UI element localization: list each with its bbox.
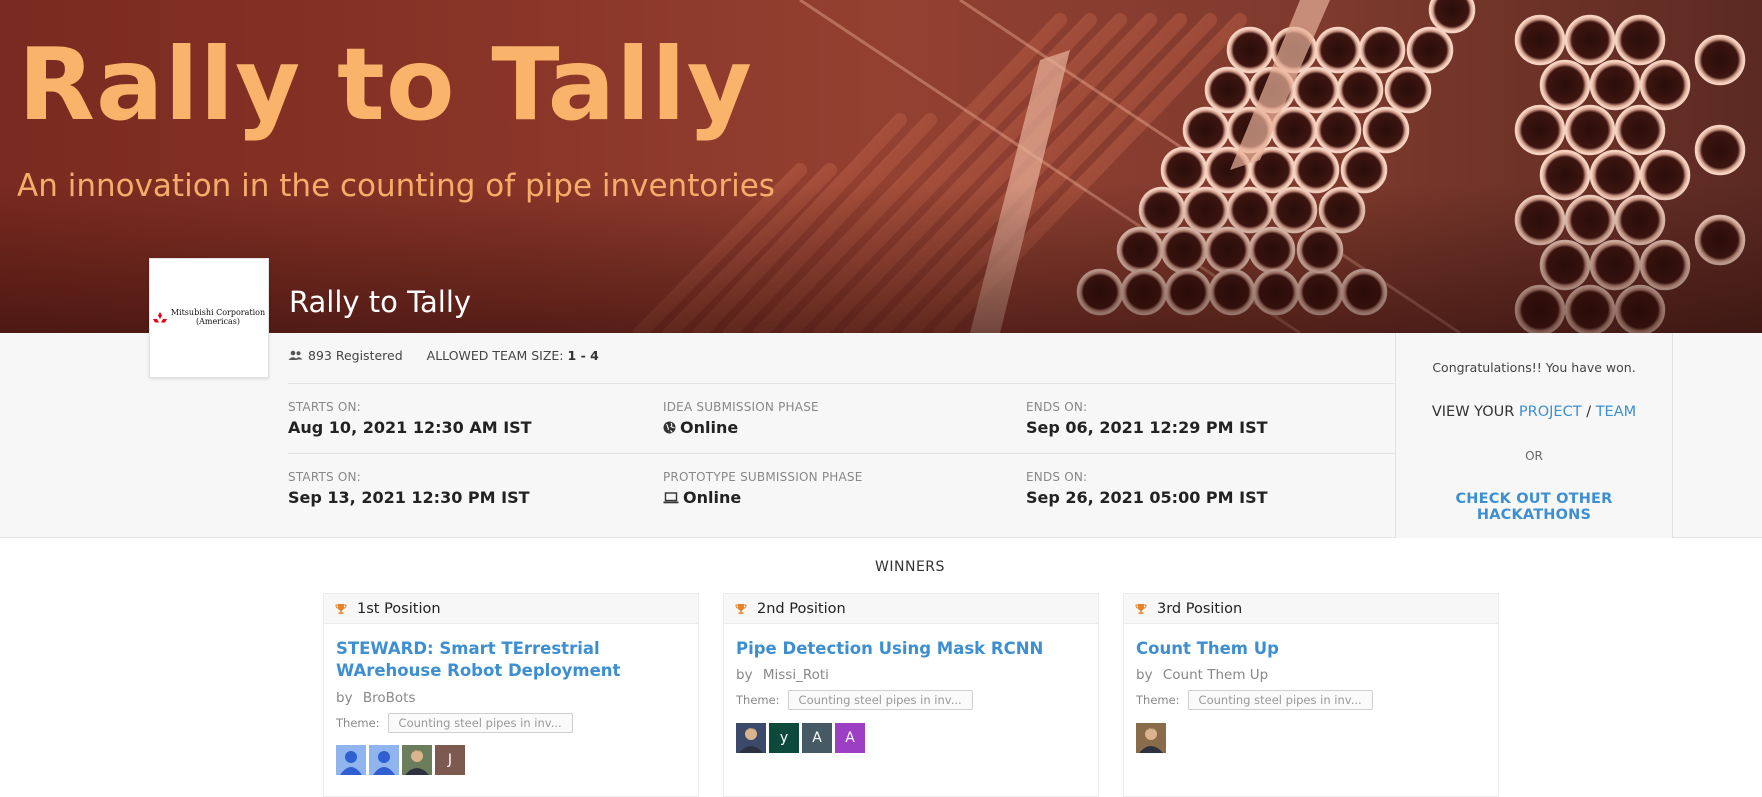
team-size: ALLOWED TEAM SIZE: 1 - 4 — [427, 348, 599, 363]
phase1-phase-label: IDEA SUBMISSION PHASE — [663, 400, 819, 414]
by-label: by — [1136, 667, 1153, 684]
page-title: Rally to Tally — [289, 285, 472, 319]
theme-tag: Counting steel pipes in inv... — [1187, 690, 1373, 711]
position-label: 2nd Position — [757, 600, 846, 617]
theme-label: Theme: — [736, 693, 780, 708]
trophy-icon — [335, 603, 347, 614]
team-byline: by Count Them Up — [1136, 667, 1486, 683]
registered-count: 893 Registered — [288, 348, 403, 363]
team-avatars: yAA — [736, 723, 865, 753]
team-avatars — [1136, 723, 1166, 753]
other-hackathons-link[interactable]: CHECK OUT OTHER HACKATHONS — [1396, 491, 1672, 523]
team-name: Missi_Roti — [762, 667, 829, 684]
view-your-line: VIEW YOUR PROJECT / TEAM — [1396, 404, 1672, 420]
divider — [288, 383, 1395, 384]
phase2-mode-text: Online — [683, 488, 742, 507]
avatar-photo[interactable] — [1136, 723, 1166, 753]
phase1-starts-label: STARTS ON: — [288, 400, 361, 414]
theme-row: Theme: Counting steel pipes in inv... — [336, 712, 686, 733]
phase2-mode: Online — [663, 488, 741, 507]
avatar-default-user-icon[interactable] — [369, 745, 399, 775]
team-byline: by Missi_Roti — [736, 667, 1086, 683]
congrats-message: Congratulations!! You have won. — [1432, 360, 1636, 375]
winner-card: 2nd Position Pipe Detection Using Mask R… — [723, 593, 1099, 797]
position-header: 1st Position — [324, 594, 698, 624]
phase1-mode: Online — [663, 418, 738, 437]
phase1-ends-value: Sep 06, 2021 12:29 PM IST — [1026, 418, 1268, 437]
team-name: Count Them Up — [1162, 667, 1269, 684]
globe-icon — [663, 421, 676, 434]
divider — [288, 453, 1395, 454]
avatar-initial-letter: J — [447, 752, 453, 768]
position-label: 3rd Position — [1157, 600, 1243, 617]
phase2-starts-value: Sep 13, 2021 12:30 PM IST — [288, 488, 530, 507]
laptop-icon — [663, 491, 679, 503]
avatar-initial-letter: A — [845, 730, 855, 746]
phase2-phase-label: PROTOTYPE SUBMISSION PHASE — [663, 470, 863, 484]
hero-title: Rally to Tally — [18, 26, 753, 143]
theme-tag: Counting steel pipes in inv... — [787, 690, 973, 711]
theme-row: Theme: Counting steel pipes in inv... — [1136, 690, 1486, 711]
phase2-ends-value: Sep 26, 2021 05:00 PM IST — [1026, 488, 1268, 507]
avatar-default-user-icon[interactable] — [336, 745, 366, 775]
project-title-link[interactable]: STEWARD: Smart TErrestrial WArehouse Rob… — [336, 638, 686, 683]
company-logo-card: Mitsubishi Corporation (Americas) — [149, 258, 269, 378]
avatar-initial[interactable]: J — [435, 745, 465, 775]
team-name: BroBots — [362, 689, 416, 706]
avatar-photo[interactable] — [736, 723, 766, 753]
avatar-initial-letter: A — [812, 730, 822, 746]
registered-text: 893 Registered — [308, 348, 403, 363]
team-size-value: 1 - 4 — [567, 348, 599, 363]
phase1-ends-label: ENDS ON: — [1026, 400, 1088, 414]
theme-row: Theme: Counting steel pipes in inv... — [736, 690, 1086, 711]
link-separator: / — [1586, 404, 1592, 420]
meta-row: 893 Registered ALLOWED TEAM SIZE: 1 - 4 — [288, 348, 599, 363]
view-your-label: VIEW YOUR — [1431, 404, 1515, 420]
users-icon — [288, 350, 303, 360]
winner-card: 3rd Position Count Them Up by Count Them… — [1123, 593, 1499, 797]
position-label: 1st Position — [357, 600, 441, 617]
trophy-icon — [735, 603, 747, 614]
team-avatars: J — [336, 745, 465, 775]
logo-text-line2: (Americas) — [195, 317, 241, 326]
phase1-starts-value: Aug 10, 2021 12:30 AM IST — [288, 418, 532, 437]
avatar-initial[interactable]: A — [835, 723, 865, 753]
project-title-link[interactable]: Pipe Detection Using Mask RCNN — [736, 638, 1086, 660]
team-byline: by BroBots — [336, 690, 686, 706]
avatar-photo[interactable] — [402, 745, 432, 775]
phase2-starts-label: STARTS ON: — [288, 470, 361, 484]
by-label: by — [336, 689, 353, 706]
mitsubishi-diamonds-icon — [152, 311, 167, 322]
or-divider-text: OR — [1525, 449, 1543, 463]
team-size-label: ALLOWED TEAM SIZE: — [426, 348, 564, 363]
by-label: by — [736, 667, 753, 684]
avatar-initial[interactable]: y — [769, 723, 799, 753]
hero-subtitle: An innovation in the counting of pipe in… — [17, 168, 775, 204]
phase1-mode-text: Online — [680, 418, 739, 437]
position-header: 2nd Position — [724, 594, 1098, 624]
company-logo: Mitsubishi Corporation (Americas) — [152, 308, 265, 327]
theme-label: Theme: — [336, 715, 380, 730]
avatar-initial[interactable]: A — [802, 723, 832, 753]
theme-label: Theme: — [1136, 693, 1180, 708]
project-title-link[interactable]: Count Them Up — [1136, 638, 1486, 660]
avatar-initial-letter: y — [779, 730, 789, 746]
trophy-icon — [1135, 603, 1147, 614]
winners-heading: WINNERS — [875, 559, 945, 575]
position-header: 3rd Position — [1124, 594, 1498, 624]
view-project-link[interactable]: PROJECT — [1519, 404, 1582, 420]
result-side-panel: Congratulations!! You have won. VIEW YOU… — [1395, 333, 1673, 538]
company-logo-text: Mitsubishi Corporation (Americas) — [171, 308, 265, 327]
view-team-link[interactable]: TEAM — [1596, 404, 1636, 420]
theme-tag: Counting steel pipes in inv... — [387, 712, 573, 733]
winner-card: 1st Position STEWARD: Smart TErrestrial … — [323, 593, 699, 797]
phase2-ends-label: ENDS ON: — [1026, 470, 1088, 484]
